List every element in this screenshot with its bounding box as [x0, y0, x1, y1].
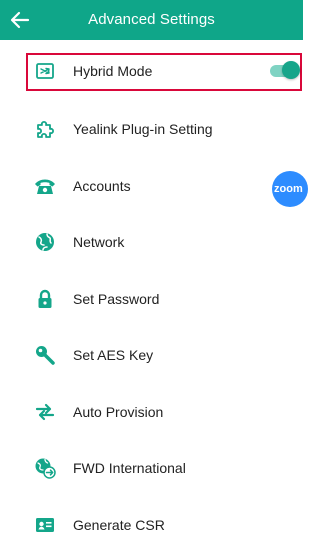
puzzle-icon [34, 118, 56, 140]
highlight-box [26, 53, 302, 91]
settings-item-label: Auto Provision [73, 404, 163, 420]
forward-globe-icon [34, 457, 56, 479]
settings-list: Hybrid Mode Yealink Plug-in Setting Acco… [0, 41, 303, 553]
top-bar: Advanced Settings [0, 0, 303, 40]
settings-item-label: Network [73, 234, 124, 250]
settings-item-set-aes-key[interactable]: Set AES Key [0, 327, 303, 384]
key-icon [34, 344, 56, 366]
id-card-icon [34, 514, 56, 536]
globe-icon [34, 231, 56, 253]
settings-item-label: Accounts [73, 178, 131, 194]
hybrid-mode-icon [34, 60, 56, 82]
lock-icon [34, 288, 56, 310]
settings-item-label: Set Password [73, 291, 159, 307]
zoom-floating-button[interactable]: zoom [272, 171, 308, 207]
settings-item-yealink-plugin[interactable]: Yealink Plug-in Setting [0, 101, 303, 158]
settings-item-label: Generate CSR [73, 517, 165, 533]
settings-item-label: Yealink Plug-in Setting [73, 121, 213, 137]
settings-item-label: Hybrid Mode [73, 63, 152, 79]
settings-item-accounts[interactable]: Accounts [0, 158, 303, 215]
phone-icon [34, 175, 56, 197]
page-title: Advanced Settings [0, 11, 303, 29]
sync-arrows-icon [34, 401, 56, 423]
settings-item-set-password[interactable]: Set Password [0, 271, 303, 328]
settings-item-fwd-international[interactable]: FWD International [0, 440, 303, 497]
settings-item-label: Set AES Key [73, 347, 153, 363]
settings-item-network[interactable]: Network [0, 214, 303, 271]
hybrid-mode-toggle[interactable] [268, 62, 300, 78]
settings-item-generate-csr[interactable]: Generate CSR [0, 497, 303, 553]
settings-item-label: FWD International [73, 460, 186, 476]
settings-item-hybrid-mode[interactable]: Hybrid Mode [0, 41, 303, 101]
settings-item-auto-provision[interactable]: Auto Provision [0, 384, 303, 441]
